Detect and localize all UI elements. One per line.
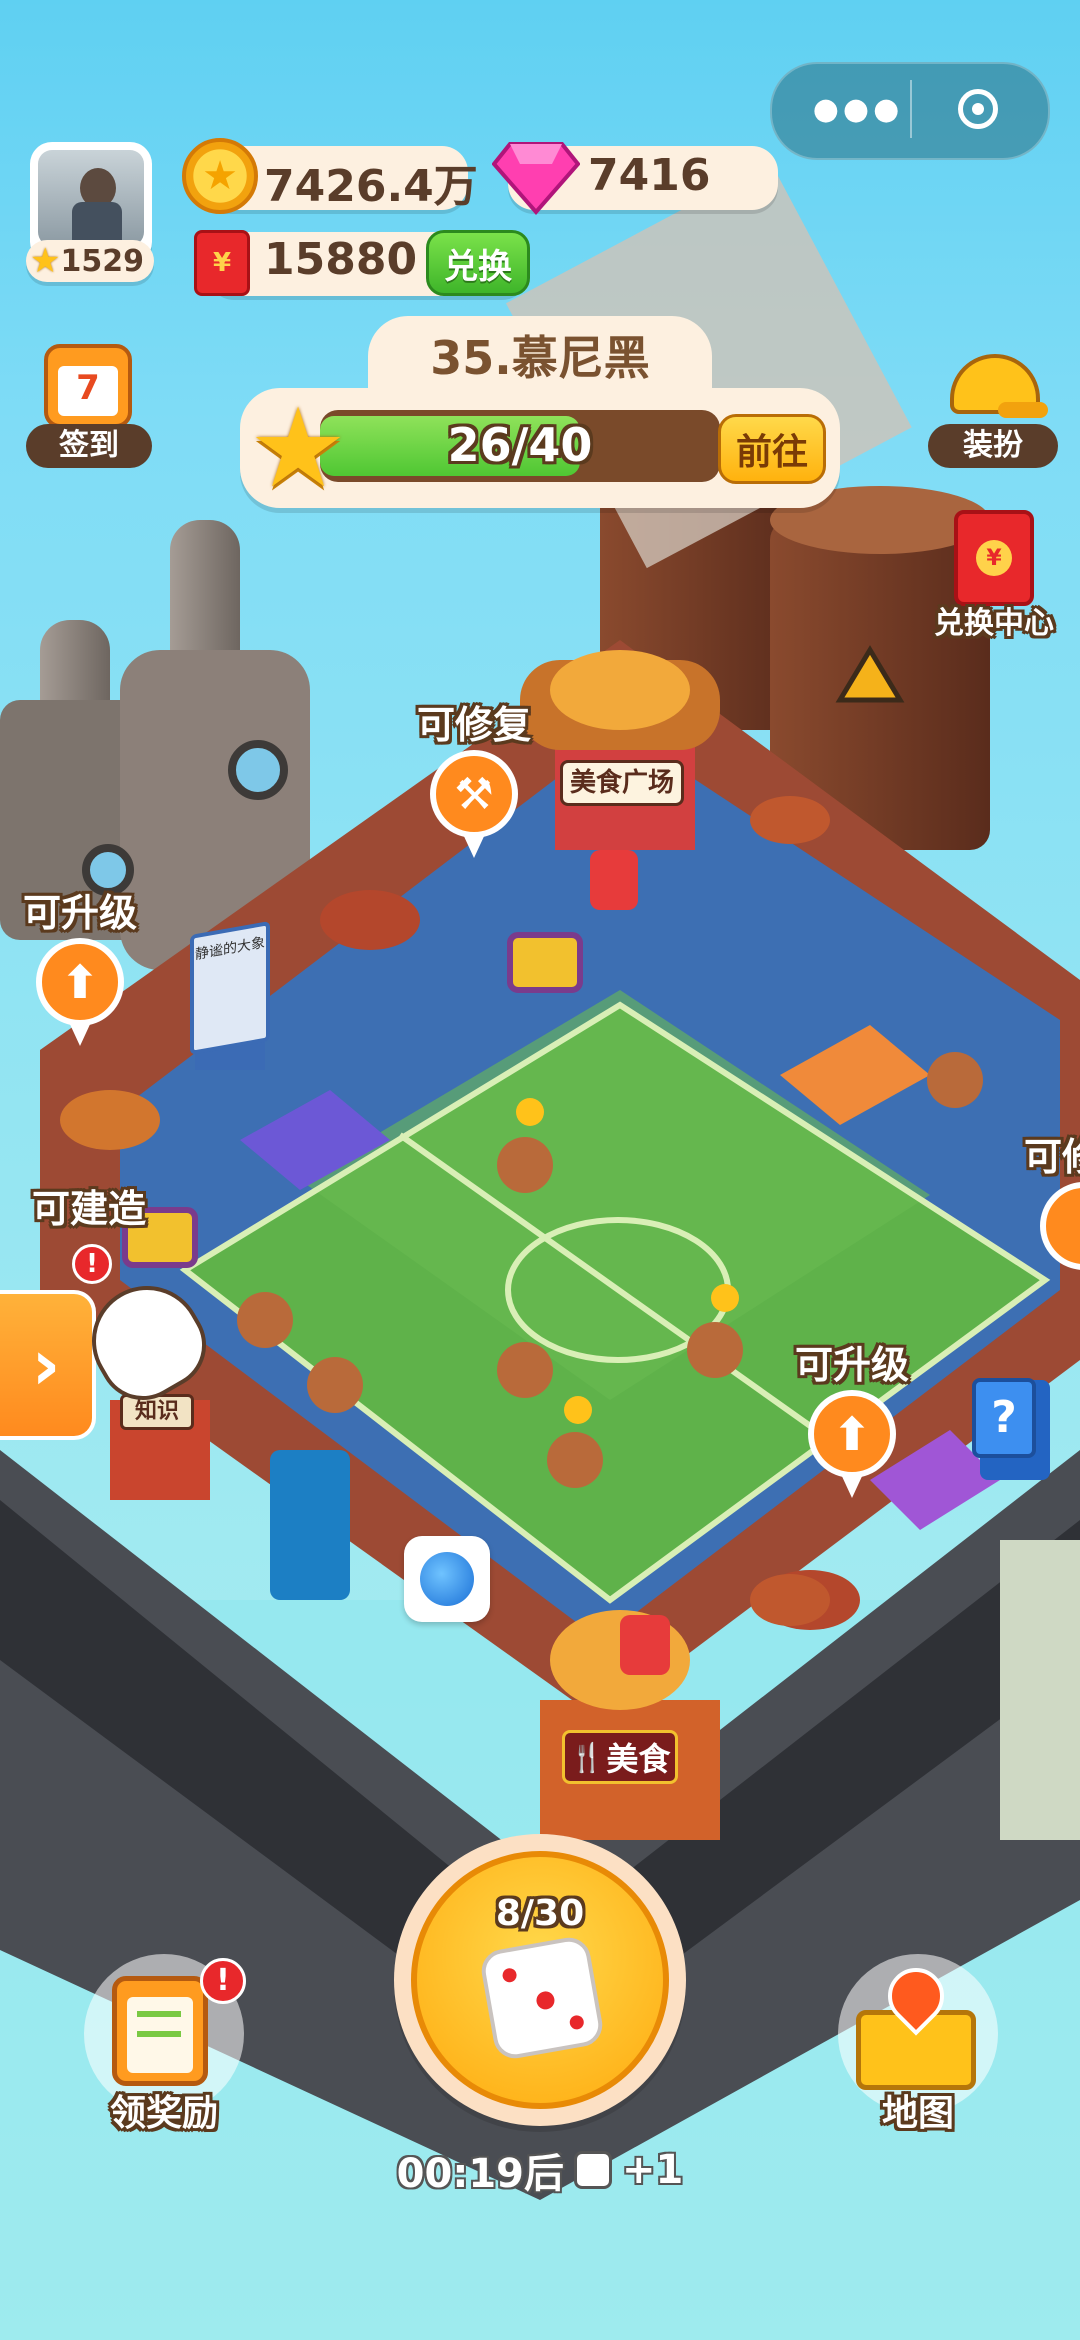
billboard-text: 静谧的大象 <box>195 934 265 964</box>
exchange-center-button[interactable]: ¥ 兑换中心 <box>924 506 1064 646</box>
exchange-center-label: 兑换中心 <box>934 606 1054 641</box>
progress-text: 26/40 <box>447 418 593 472</box>
food-plaza-sign: 美食广场 <box>560 760 684 806</box>
more-dots-icon: ●●● <box>812 91 904 127</box>
upgrade-left-label: 可升级 <box>22 891 137 935</box>
alert-badge-icon: ! <box>72 1244 112 1284</box>
dice-timer: 00:19后 +1 <box>370 2140 710 2200</box>
coin-value: 7426.4万 <box>264 161 478 212</box>
fork-knife-icon: 🍴 <box>569 1740 605 1774</box>
map-button[interactable]: 地图 <box>830 1954 1006 2134</box>
dressup-label: 装扮 <box>928 424 1058 468</box>
star-icon: ★ <box>30 241 61 281</box>
coin-icon: ★ <box>182 138 258 214</box>
food-sign: 🍴 美食 <box>562 1730 678 1784</box>
map-label: 地图 <box>881 2093 954 2134</box>
redpacket-icon: ¥ <box>194 230 250 296</box>
checkin-button[interactable]: 7 签到 <box>26 340 152 470</box>
help-card-icon[interactable]: ? <box>972 1378 1036 1458</box>
repair-right-label: 可修 <box>1024 1135 1080 1179</box>
clipboard-icon <box>112 1976 208 2086</box>
small-dice-icon <box>573 2151 612 2189</box>
claim-reward-label: 领奖励 <box>109 2093 218 2134</box>
up-arrow-icon: ⬆ <box>808 1390 896 1478</box>
alert-badge-icon: ! <box>200 1958 246 2004</box>
progress-track: 26/40 <box>320 410 720 482</box>
checkin-day: 7 <box>76 368 100 408</box>
level-value: 1529 <box>60 243 144 279</box>
go-button[interactable]: 前往 <box>718 414 826 484</box>
dice-icon <box>478 1934 606 2062</box>
more-menu-button[interactable]: ●●● <box>798 78 918 140</box>
roll-dice-button[interactable]: 8/30 <box>394 1834 686 2126</box>
up-arrow-icon: ⬆ <box>36 938 124 1026</box>
checkin-label: 签到 <box>26 424 152 468</box>
food-sign-text: 美食 <box>606 1740 671 1778</box>
repair-label: 可修复 <box>416 703 531 747</box>
repair-pin-right[interactable]: 可修 <box>1020 1126 1080 1306</box>
repair-pin[interactable]: 可修复 ⚒ <box>404 694 544 874</box>
upgrade-pin-left[interactable]: 可升级 ⬆ <box>10 882 150 1062</box>
timer-bonus: +1 <box>621 2147 684 2193</box>
wrench-icon: ⚒ <box>430 750 518 838</box>
upgrade-pin-right[interactable]: 可升级 ⬆ <box>782 1334 922 1514</box>
upgrade-right-label: 可升级 <box>794 1343 909 1387</box>
stage-star-icon: ★ <box>248 384 348 512</box>
app-badge-icon[interactable] <box>404 1536 490 1622</box>
redpacket-value: 15880 <box>264 234 418 285</box>
target-circle-icon <box>958 89 998 129</box>
gem-value: 7416 <box>588 150 711 201</box>
gem-icon <box>491 136 581 216</box>
timer-text: 00:19后 <box>396 2151 564 2197</box>
expand-panel-button[interactable]: › <box>0 1290 96 1440</box>
level-badge: ★ 1529 <box>26 240 154 282</box>
wrench-icon <box>1040 1182 1080 1270</box>
billboard: 静谧的大象 <box>190 920 270 1056</box>
stage-title: 35.慕尼黑 <box>430 331 650 385</box>
claim-reward-button[interactable]: ! 领奖励 <box>76 1954 252 2134</box>
close-miniprogram-button[interactable] <box>918 78 1038 140</box>
exchange-button[interactable]: 兑换 <box>426 230 530 296</box>
capsule-divider <box>910 80 912 138</box>
build-label: 可建造 <box>31 1187 146 1231</box>
calendar-icon: 7 <box>44 344 132 428</box>
knowledge-sign: 知识 <box>120 1394 194 1430</box>
chevron-right-icon: › <box>31 1324 61 1406</box>
dressup-button[interactable]: 装扮 <box>928 340 1058 470</box>
dice-count: 8/30 <box>495 1893 585 1934</box>
build-pin[interactable]: 可建造 ! <box>0 1178 170 1298</box>
redpacket-gift-icon: ¥ <box>954 510 1034 606</box>
